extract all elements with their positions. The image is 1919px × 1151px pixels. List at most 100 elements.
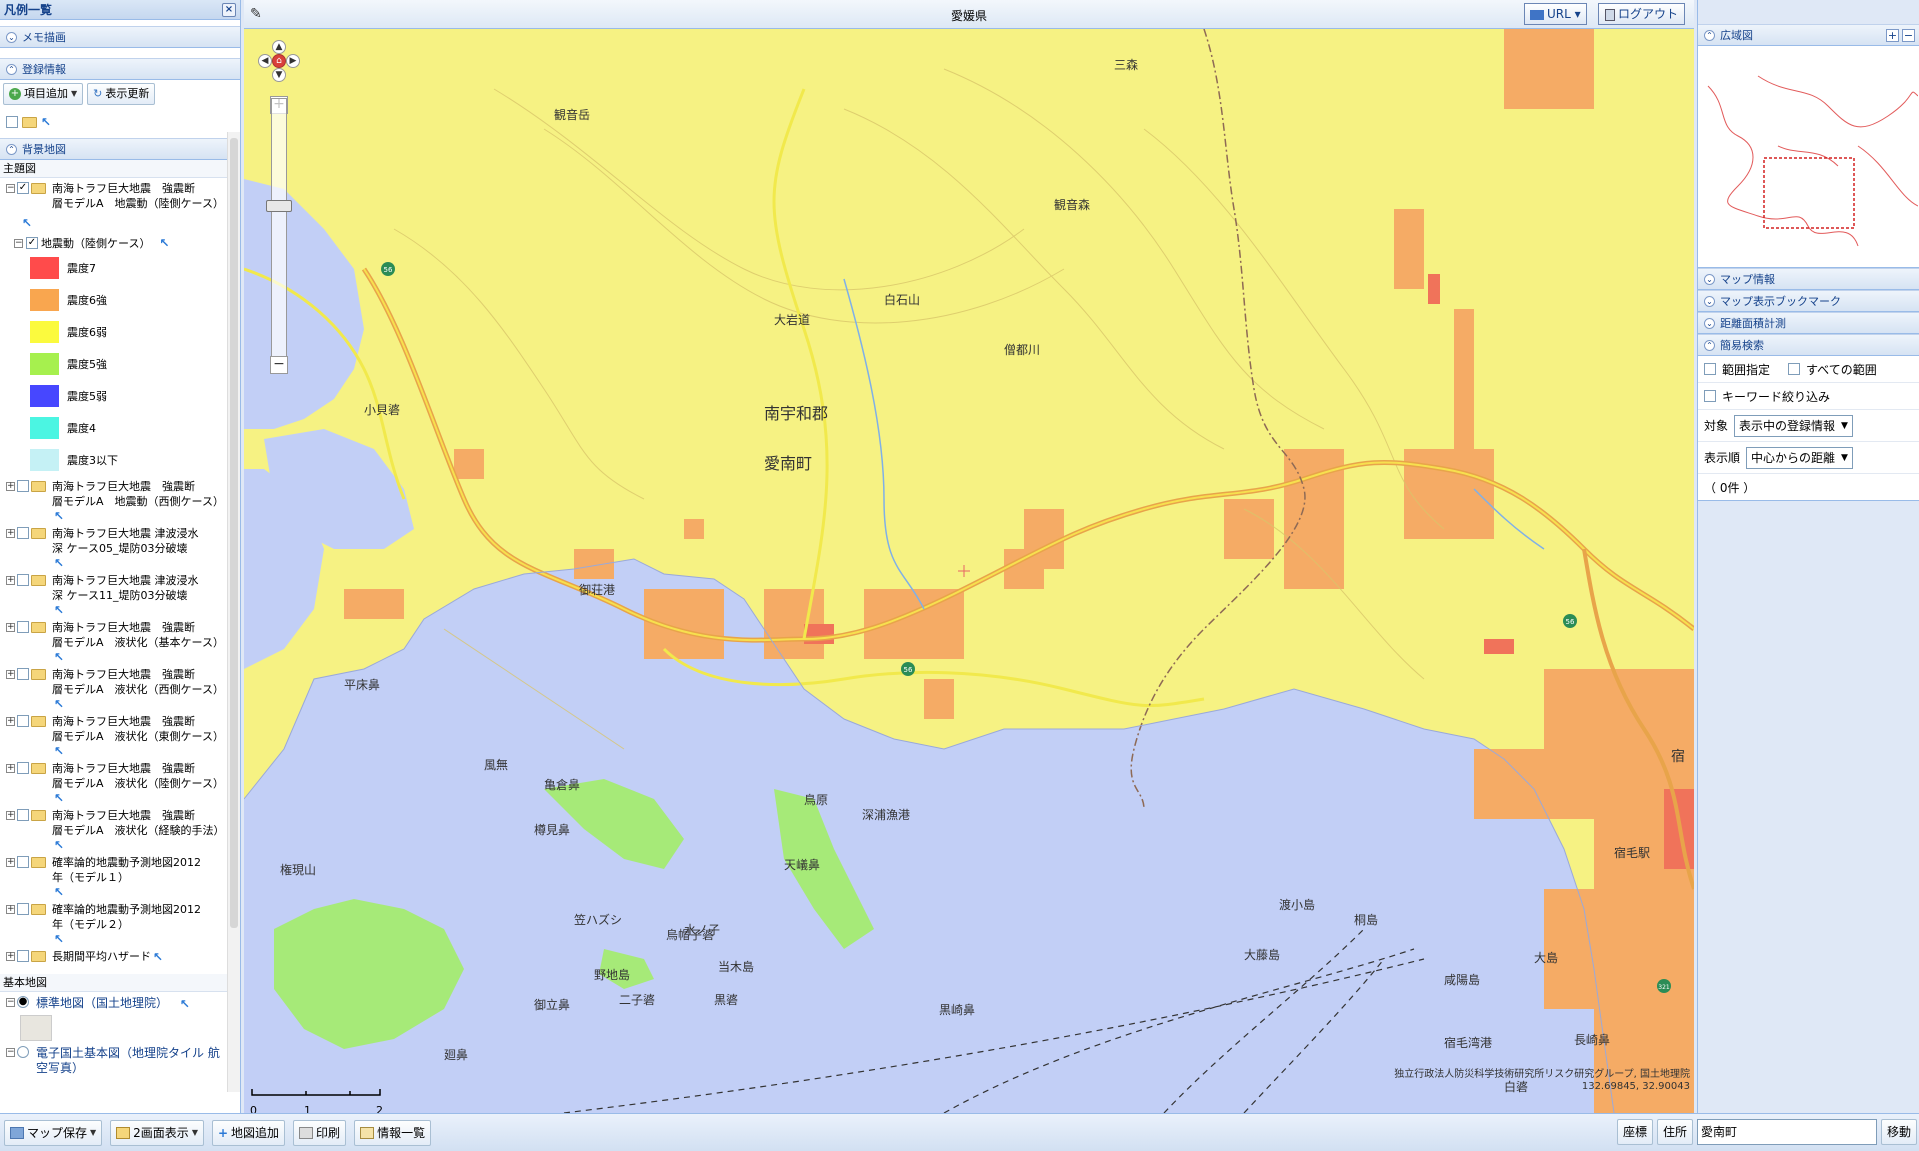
pan-left-icon[interactable]: ◀	[258, 54, 272, 68]
dual-view-button[interactable]: 2画面表示 ▼	[110, 1119, 204, 1146]
pan-up-icon[interactable]: ▲	[272, 40, 286, 54]
layer-item[interactable]: + 南海トラフ巨大地震 強震断 層モデルA 液状化（西側ケース） ↖	[0, 664, 240, 711]
layer-item[interactable]: + 確率論的地震動予測地図2012 年（モデル２） ↖	[0, 899, 240, 946]
order-select[interactable]: 中心からの距離 ▼	[1746, 446, 1853, 469]
collapse-toggle-icon[interactable]: ⌃	[6, 64, 17, 75]
layer-item[interactable]: + 南海トラフ巨大地震 強震断 層モデルA 液状化（東側ケース） ↖	[0, 711, 240, 758]
radio-selected-icon[interactable]: ●	[17, 996, 29, 1008]
layer-item[interactable]: + 南海トラフ巨大地震 強震断 層モデルA 液状化（基本ケース） ↖	[0, 617, 240, 664]
layer-checkbox[interactable]	[17, 715, 29, 727]
link-arrow-icon[interactable]: ↖	[22, 216, 32, 230]
layer-item[interactable]: + 確率論的地震動予測地図2012 年（モデル１） ↖	[0, 852, 240, 899]
layer-checkbox[interactable]	[17, 809, 29, 821]
layer-checkbox[interactable]: ✓	[17, 182, 29, 194]
layer-item[interactable]: + 南海トラフ巨大地震 津波浸水深 ケース11_堤防03分破壊 ↖	[0, 570, 240, 617]
map-view[interactable]: ✎ 愛媛県 URL ▾ ログアウト 56 56 56 321 南宇和郡 愛南町 …	[244, 0, 1694, 1113]
zoom-out-button[interactable]: −	[270, 356, 288, 374]
expand-toggle-icon[interactable]: ⌄	[1704, 274, 1715, 285]
sublayer-checkbox[interactable]: ✓	[26, 237, 38, 249]
move-button[interactable]: 移動	[1880, 1119, 1917, 1145]
layer-checkbox[interactable]	[17, 527, 29, 539]
layer-checkbox[interactable]	[17, 856, 29, 868]
link-arrow-icon[interactable]: ↖	[54, 509, 64, 523]
expand-toggle-icon[interactable]: ⌄	[1704, 318, 1715, 329]
expand-icon[interactable]: +	[6, 669, 15, 679]
expand-icon[interactable]: +	[6, 622, 15, 632]
layer-item[interactable]: + 南海トラフ巨大地震 強震断 層モデルA 地震動（西側ケース） ↖	[0, 476, 240, 523]
layer-item[interactable]: + 南海トラフ巨大地震 強震断 層モデルA 液状化（経験的手法） ↖	[0, 805, 240, 852]
radio-icon[interactable]	[17, 1046, 29, 1058]
home-icon[interactable]: ⌂	[272, 54, 286, 68]
link-arrow-icon[interactable]: ↖	[54, 885, 64, 899]
expand-icon[interactable]: +	[6, 904, 15, 914]
keyword-checkbox[interactable]	[1704, 390, 1716, 402]
address-input[interactable]: 愛南町	[1696, 1119, 1877, 1145]
info-list-button[interactable]: 情報一覧	[354, 1119, 432, 1146]
expand-icon[interactable]: +	[6, 528, 15, 538]
refresh-button[interactable]: ↻ 表示更新	[87, 83, 156, 105]
link-arrow-icon[interactable]: ↖	[159, 236, 169, 250]
memo-section-header[interactable]: ⌄ メモ描画	[0, 26, 240, 48]
collapse-toggle-icon[interactable]: ⌃	[1704, 30, 1715, 41]
link-arrow-icon[interactable]: ↖	[41, 115, 51, 129]
link-arrow-icon[interactable]: ↖	[54, 603, 64, 617]
logout-button[interactable]: ログアウト	[1598, 3, 1686, 25]
layer-checkbox[interactable]	[17, 621, 29, 633]
collapse-icon[interactable]: −	[6, 997, 15, 1007]
layer-checkbox[interactable]	[17, 574, 29, 586]
pan-control[interactable]: ▲ ◀ ▶ ▼ ⌂	[258, 40, 300, 82]
link-arrow-icon[interactable]: ↖	[54, 744, 64, 758]
target-select[interactable]: 表示中の登録情報 ▼	[1734, 414, 1853, 437]
base-map-item[interactable]: − ● 標準地図（国土地理院） ↖	[0, 992, 240, 1042]
tool-section-header[interactable]: ⌄ 距離面積計測	[1698, 312, 1919, 334]
zoom-out-icon[interactable]: −	[1902, 29, 1915, 42]
layer-checkbox[interactable]	[17, 762, 29, 774]
legend-scrollbar[interactable]	[227, 132, 240, 1092]
print-button[interactable]: 印刷	[293, 1119, 347, 1146]
expand-icon[interactable]: +	[6, 951, 15, 961]
expand-icon[interactable]: +	[6, 857, 15, 867]
expand-icon[interactable]: +	[6, 716, 15, 726]
layer-checkbox[interactable]	[17, 903, 29, 915]
background-section-header[interactable]: ⌃ 背景地図	[0, 138, 240, 160]
map-canvas[interactable]: 56 56 56 321 南宇和郡愛南町 観音森白石山大岩道御荘港 小貝碆平床鼻風無…	[244, 29, 1694, 1113]
link-arrow-icon[interactable]: ↖	[54, 650, 64, 664]
add-item-button[interactable]: + 項目追加 ▼	[3, 83, 84, 105]
add-map-button[interactable]: + 地図追加	[211, 1119, 286, 1146]
registered-checkbox[interactable]	[6, 116, 18, 128]
expand-icon[interactable]: +	[6, 763, 15, 773]
expand-toggle-icon[interactable]: ⌃	[1704, 340, 1715, 351]
collapse-toggle-icon[interactable]: ⌃	[6, 144, 17, 155]
scrollbar-thumb[interactable]	[230, 138, 238, 928]
registered-section-header[interactable]: ⌃ 登録情報	[0, 58, 240, 80]
zoom-slider-thumb[interactable]	[266, 200, 292, 212]
url-button[interactable]: URL ▾	[1524, 3, 1587, 25]
base-map-item[interactable]: − 電子国土基本図（地理院タイル 航 空写真）	[0, 1042, 240, 1086]
layer-item[interactable]: + 南海トラフ巨大地震 強震断 層モデルA 液状化（陸側ケース） ↖	[0, 758, 240, 805]
layer-item[interactable]: + 長期間平均ハザード ↖	[0, 946, 240, 968]
layer-item[interactable]: + 南海トラフ巨大地震 津波浸水深 ケース05_堤防03分破壊 ↖	[0, 523, 240, 570]
tool-section-header[interactable]: ⌄ マップ情報	[1698, 268, 1919, 290]
expand-icon[interactable]: +	[6, 575, 15, 585]
collapse-icon[interactable]: −	[6, 1047, 15, 1057]
link-arrow-icon[interactable]: ↖	[54, 697, 64, 711]
coordinate-button[interactable]: 座標	[1616, 1119, 1653, 1145]
layer-checkbox[interactable]	[17, 950, 29, 962]
tool-section-header[interactable]: ⌃ 簡易検索	[1698, 334, 1919, 356]
link-arrow-icon[interactable]: ↖	[54, 838, 64, 852]
sublayer-row[interactable]: − ✓ 地震動（陸側ケース） ↖	[0, 230, 240, 252]
expand-icon[interactable]: +	[6, 810, 15, 820]
expand-icon[interactable]: +	[6, 481, 15, 491]
tool-section-header[interactable]: ⌄ マップ表示ブックマーク	[1698, 290, 1919, 312]
close-icon[interactable]: ×	[222, 3, 236, 17]
overview-header[interactable]: ⌃ 広域図 + −	[1698, 24, 1919, 46]
collapse-icon[interactable]: −	[14, 238, 23, 248]
address-button[interactable]: 住所	[1656, 1119, 1693, 1145]
layer-item[interactable]: − ✓ 南海トラフ巨大地震 強震断 層モデルA 地震動（陸側ケース）	[0, 178, 240, 216]
pan-right-icon[interactable]: ▶	[286, 54, 300, 68]
range-checkbox[interactable]	[1704, 363, 1716, 375]
expand-toggle-icon[interactable]: ⌄	[1704, 296, 1715, 307]
zoom-in-icon[interactable]: +	[1886, 29, 1899, 42]
link-arrow-icon[interactable]: ↖	[153, 950, 163, 964]
pan-down-icon[interactable]: ▼	[272, 68, 286, 82]
